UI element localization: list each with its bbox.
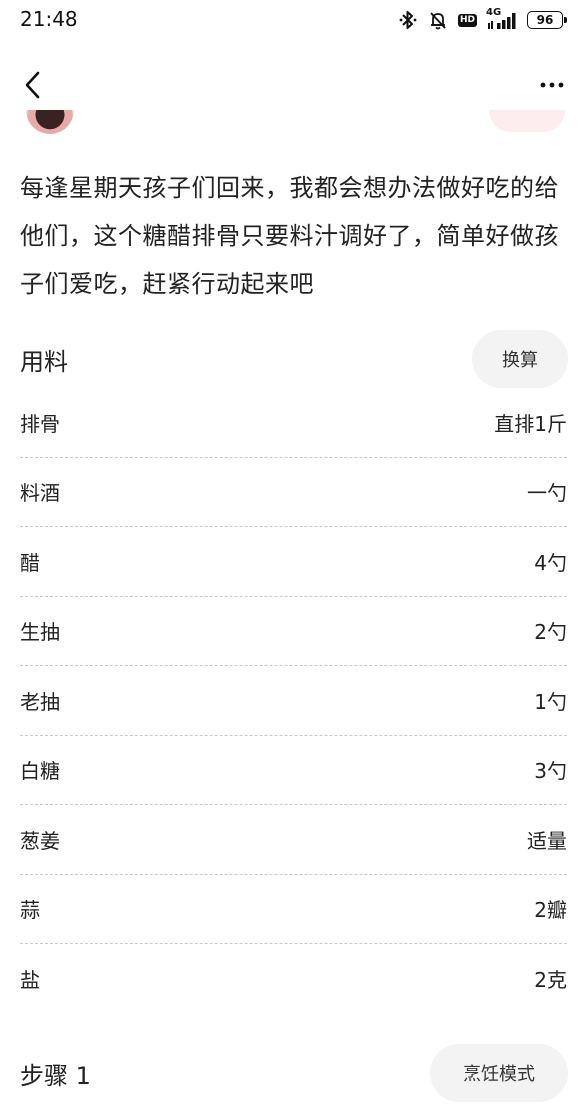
follow-button[interactable] bbox=[489, 110, 565, 132]
ingredient-name: 盐 bbox=[20, 968, 40, 993]
step-title: 步骤 1 bbox=[20, 1061, 91, 1090]
status-bar: 21:48 HD 4G 96 bbox=[0, 0, 585, 40]
ingredient-amount: 2瓣 bbox=[534, 898, 567, 923]
author-avatar[interactable] bbox=[26, 110, 74, 134]
ingredient-name: 生抽 bbox=[20, 620, 60, 645]
ingredient-row: 生抽 2勺 bbox=[20, 597, 567, 666]
convert-button[interactable]: 换算 bbox=[472, 330, 568, 388]
ingredient-amount: 直排1斤 bbox=[494, 411, 567, 436]
ingredient-name: 排骨 bbox=[20, 411, 60, 436]
status-time: 21:48 bbox=[20, 7, 78, 31]
ingredient-row: 白糖 3勺 bbox=[20, 736, 567, 805]
signal-icon: 4G bbox=[486, 7, 518, 31]
more-dots-icon bbox=[540, 82, 564, 88]
ingredient-amount: 2克 bbox=[534, 968, 567, 993]
ingredients-list: 排骨 直排1斤 料酒 一勺 醋 4勺 生抽 2勺 老抽 1勺 白糖 3勺 葱姜 … bbox=[20, 388, 567, 1014]
hd-icon: HD bbox=[457, 13, 477, 27]
ingredient-name: 葱姜 bbox=[20, 828, 60, 853]
ingredient-amount: 3勺 bbox=[534, 759, 567, 784]
ingredient-row: 盐 2克 bbox=[20, 944, 567, 1014]
ingredient-amount: 1勺 bbox=[534, 689, 567, 714]
ingredient-row: 料酒 一勺 bbox=[20, 458, 567, 527]
cooking-mode-button[interactable]: 烹饪模式 bbox=[430, 1044, 568, 1102]
ingredient-amount: 4勺 bbox=[534, 550, 567, 575]
ingredient-row: 排骨 直排1斤 bbox=[20, 388, 567, 458]
ingredients-header: 用料 换算 bbox=[20, 330, 568, 388]
ingredient-amount: 一勺 bbox=[527, 481, 567, 506]
bluetooth-icon bbox=[398, 9, 418, 31]
ingredients-title: 用料 bbox=[20, 347, 68, 376]
recipe-description: 每逢星期天孩子们回来，我都会想办法做好吃的给他们，这个糖醋排骨只要料汁调好了，简… bbox=[20, 174, 559, 298]
back-button[interactable] bbox=[18, 66, 52, 104]
chevron-left-icon bbox=[25, 71, 40, 99]
ingredient-name: 蒜 bbox=[20, 898, 40, 923]
ingredient-amount: 适量 bbox=[527, 828, 567, 853]
mute-bell-icon bbox=[427, 9, 449, 31]
status-icons: HD 4G 96 bbox=[398, 7, 567, 32]
ingredient-amount: 2勺 bbox=[534, 620, 567, 645]
more-button[interactable] bbox=[535, 70, 569, 100]
ingredient-name: 白糖 bbox=[20, 759, 60, 784]
ingredient-row: 蒜 2瓣 bbox=[20, 875, 567, 944]
ingredient-row: 老抽 1勺 bbox=[20, 666, 567, 736]
ingredient-row: 醋 4勺 bbox=[20, 527, 567, 597]
steps-header: 步骤 1 烹饪模式 bbox=[20, 1044, 568, 1102]
ingredient-name: 老抽 bbox=[20, 689, 60, 714]
ingredient-name: 醋 bbox=[20, 550, 40, 575]
ingredient-row: 葱姜 适量 bbox=[20, 805, 567, 875]
ingredient-name: 料酒 bbox=[20, 481, 60, 506]
battery-icon: 96 bbox=[527, 11, 567, 29]
